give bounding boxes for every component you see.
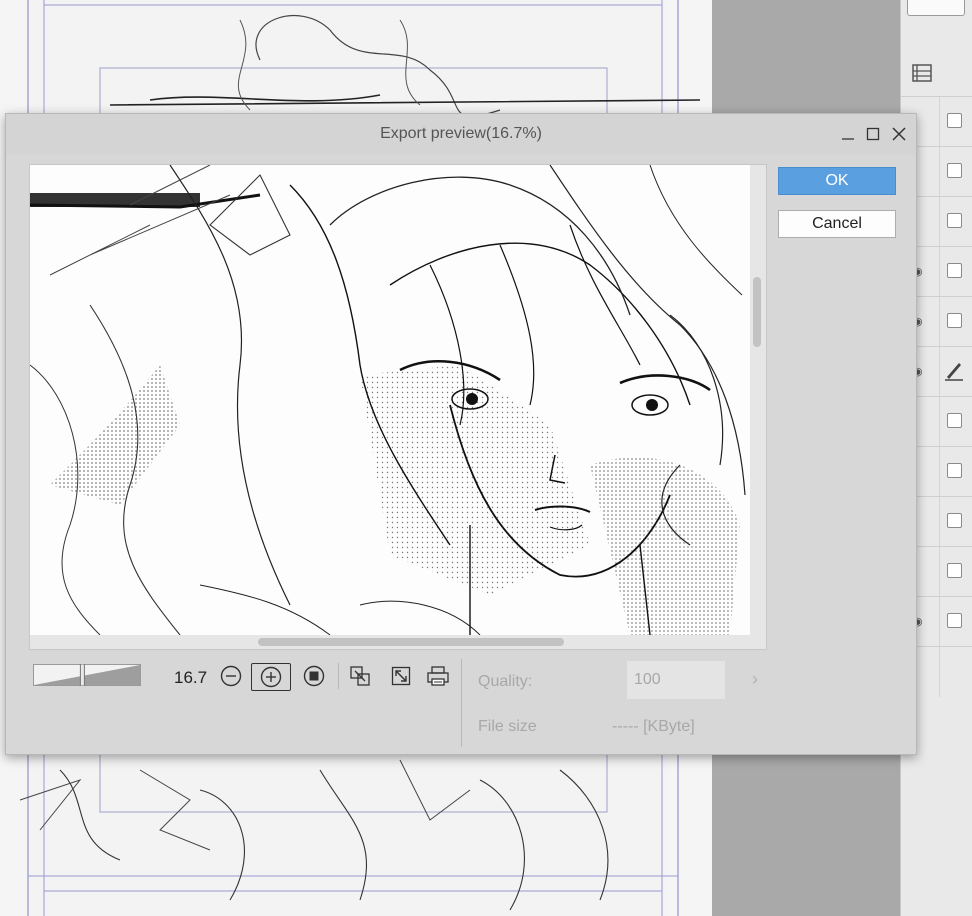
layer-checkbox[interactable] — [947, 563, 962, 578]
zoom-value: 16.7 — [174, 668, 208, 687]
layer-panel-top-control[interactable] — [907, 0, 965, 16]
preview-vertical-scrollbar[interactable] — [750, 165, 764, 635]
actual-size-icon[interactable] — [301, 663, 327, 689]
filesize-label: File size — [478, 718, 537, 735]
quality-label: Quality: — [478, 673, 533, 690]
layer-checkbox[interactable] — [947, 313, 962, 328]
cancel-button[interactable]: Cancel — [778, 210, 896, 238]
layer-checkbox[interactable] — [947, 513, 962, 528]
export-preview-dialog: Export preview(16.7%) OK Cancel 16.7 Qua… — [5, 113, 917, 755]
fit-window-icon[interactable] — [347, 663, 373, 689]
vertical-scroll-thumb[interactable] — [753, 277, 761, 347]
toolbar-divider — [338, 663, 339, 689]
preview-image[interactable] — [30, 165, 750, 635]
layer-checkbox[interactable] — [947, 413, 962, 428]
layer-checkbox[interactable] — [947, 213, 962, 228]
layer-property-icon[interactable] — [911, 62, 933, 84]
zoom-in-icon[interactable] — [251, 663, 291, 691]
pen-icon — [945, 363, 963, 381]
dialog-title: Export preview(16.7%) — [380, 125, 542, 142]
dialog-title-bar[interactable]: Export preview(16.7%) — [6, 114, 916, 154]
zoom-slider-thumb[interactable] — [79, 664, 85, 686]
quality-input[interactable] — [627, 661, 725, 699]
close-icon[interactable] — [889, 124, 909, 144]
layer-checkbox[interactable] — [947, 163, 962, 178]
ok-button[interactable]: OK — [778, 167, 896, 195]
horizontal-scroll-thumb[interactable] — [258, 638, 564, 646]
filesize-value: ----- [KByte] — [612, 718, 695, 735]
layer-checkbox[interactable] — [947, 263, 962, 278]
zoom-out-icon[interactable] — [218, 663, 244, 689]
layer-checkbox[interactable] — [947, 463, 962, 478]
maximize-icon[interactable] — [863, 124, 883, 144]
preview-frame — [29, 164, 767, 650]
layer-checkbox[interactable] — [947, 113, 962, 128]
preview-horizontal-scrollbar[interactable] — [30, 635, 764, 649]
dialog-body: OK Cancel 16.7 Quality: › — [6, 154, 916, 754]
expand-icon[interactable] — [388, 663, 414, 689]
options-divider — [461, 659, 462, 747]
layer-checkbox[interactable] — [947, 613, 962, 628]
preview-artwork — [30, 165, 750, 635]
chevron-right-icon[interactable]: › — [752, 669, 758, 690]
minimize-icon[interactable] — [838, 124, 858, 144]
print-preview-icon[interactable] — [425, 663, 451, 689]
zoom-slider[interactable] — [33, 664, 141, 686]
